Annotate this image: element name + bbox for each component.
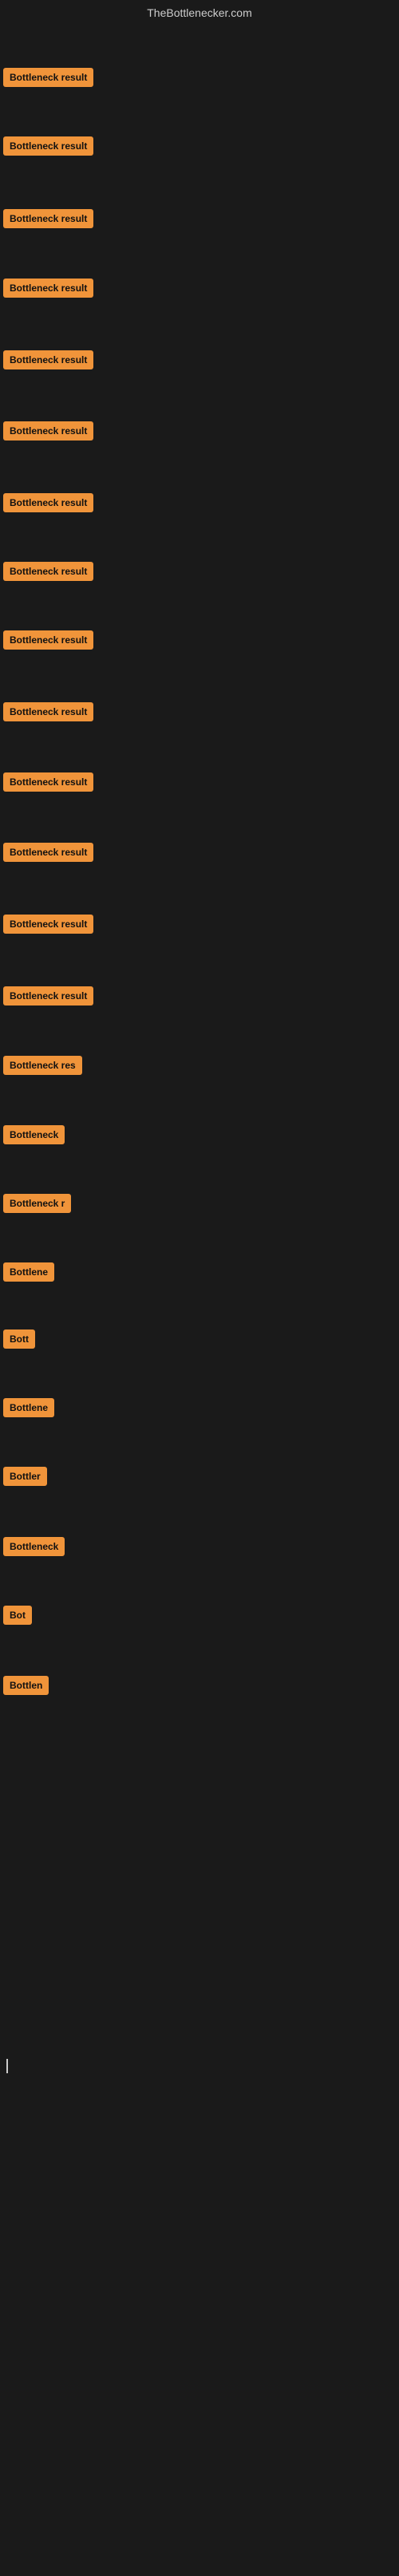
page-container: TheBottlenecker.com Bottleneck resultBot… <box>0 0 399 2576</box>
bottleneck-badge[interactable]: Bottleneck result <box>3 772 93 792</box>
bottleneck-item-14[interactable]: Bottleneck result <box>3 986 93 1009</box>
bottleneck-badge[interactable]: Bottleneck result <box>3 986 93 1006</box>
bottleneck-badge[interactable]: Bottlene <box>3 1398 54 1417</box>
bottleneck-item-1[interactable]: Bottleneck result <box>3 68 93 91</box>
bottleneck-badge[interactable]: Bottler <box>3 1467 47 1486</box>
cursor-indicator <box>6 2059 8 2073</box>
bottleneck-badge[interactable]: Bottlene <box>3 1262 54 1282</box>
bottleneck-item-4[interactable]: Bottleneck result <box>3 279 93 302</box>
bottleneck-badge[interactable]: Bottleneck result <box>3 843 93 862</box>
bottleneck-badge[interactable]: Bottleneck result <box>3 279 93 298</box>
bottleneck-item-15[interactable]: Bottleneck res <box>3 1056 82 1079</box>
bottleneck-badge[interactable]: Bott <box>3 1329 35 1349</box>
bottleneck-item-18[interactable]: Bottlene <box>3 1262 54 1286</box>
bottleneck-item-3[interactable]: Bottleneck result <box>3 209 93 232</box>
bottleneck-badge[interactable]: Bottleneck result <box>3 421 93 441</box>
bottleneck-badge[interactable]: Bottleneck result <box>3 350 93 369</box>
bottleneck-item-8[interactable]: Bottleneck result <box>3 562 93 585</box>
bottleneck-item-23[interactable]: Bot <box>3 1606 32 1629</box>
bottleneck-badge[interactable]: Bottleneck res <box>3 1056 82 1075</box>
bottleneck-item-16[interactable]: Bottleneck <box>3 1125 65 1148</box>
bottleneck-item-2[interactable]: Bottleneck result <box>3 136 93 160</box>
bottleneck-badge[interactable]: Bottleneck <box>3 1125 65 1144</box>
bottleneck-badge[interactable]: Bottleneck result <box>3 68 93 87</box>
bottleneck-badge[interactable]: Bottleneck result <box>3 702 93 721</box>
bottleneck-item-6[interactable]: Bottleneck result <box>3 421 93 444</box>
items-container: Bottleneck result Bottleneck result Bottle… <box>0 22 399 2576</box>
bottleneck-badge[interactable]: Bottleneck result <box>3 493 93 512</box>
bottleneck-badge[interactable]: Bottleneck <box>3 1537 65 1556</box>
bottleneck-item-19[interactable]: Bott <box>3 1329 35 1353</box>
bottleneck-badge[interactable]: Bottlen <box>3 1676 49 1695</box>
bottleneck-item-24[interactable]: Bottlen <box>3 1676 49 1699</box>
bottleneck-item-12[interactable]: Bottleneck result <box>3 843 93 866</box>
bottleneck-badge[interactable]: Bottleneck result <box>3 209 93 228</box>
bottleneck-badge[interactable]: Bottleneck result <box>3 136 93 156</box>
site-title: TheBottlenecker.com <box>147 6 252 19</box>
bottleneck-item-21[interactable]: Bottler <box>3 1467 47 1490</box>
bottleneck-item-20[interactable]: Bottlene <box>3 1398 54 1421</box>
bottleneck-badge[interactable]: Bot <box>3 1606 32 1625</box>
bottleneck-item-5[interactable]: Bottleneck result <box>3 350 93 373</box>
bottleneck-item-11[interactable]: Bottleneck result <box>3 772 93 796</box>
bottleneck-badge[interactable]: Bottleneck result <box>3 562 93 581</box>
bottleneck-item-22[interactable]: Bottleneck <box>3 1537 65 1560</box>
bottleneck-item-17[interactable]: Bottleneck r <box>3 1194 71 1217</box>
bottleneck-item-13[interactable]: Bottleneck result <box>3 915 93 938</box>
bottleneck-badge[interactable]: Bottleneck result <box>3 915 93 934</box>
bottleneck-badge[interactable]: Bottleneck result <box>3 630 93 650</box>
bottleneck-badge[interactable]: Bottleneck r <box>3 1194 71 1213</box>
bottleneck-item-10[interactable]: Bottleneck result <box>3 702 93 725</box>
bottleneck-item-9[interactable]: Bottleneck result <box>3 630 93 654</box>
site-header: TheBottlenecker.com <box>0 0 399 22</box>
bottleneck-item-7[interactable]: Bottleneck result <box>3 493 93 516</box>
